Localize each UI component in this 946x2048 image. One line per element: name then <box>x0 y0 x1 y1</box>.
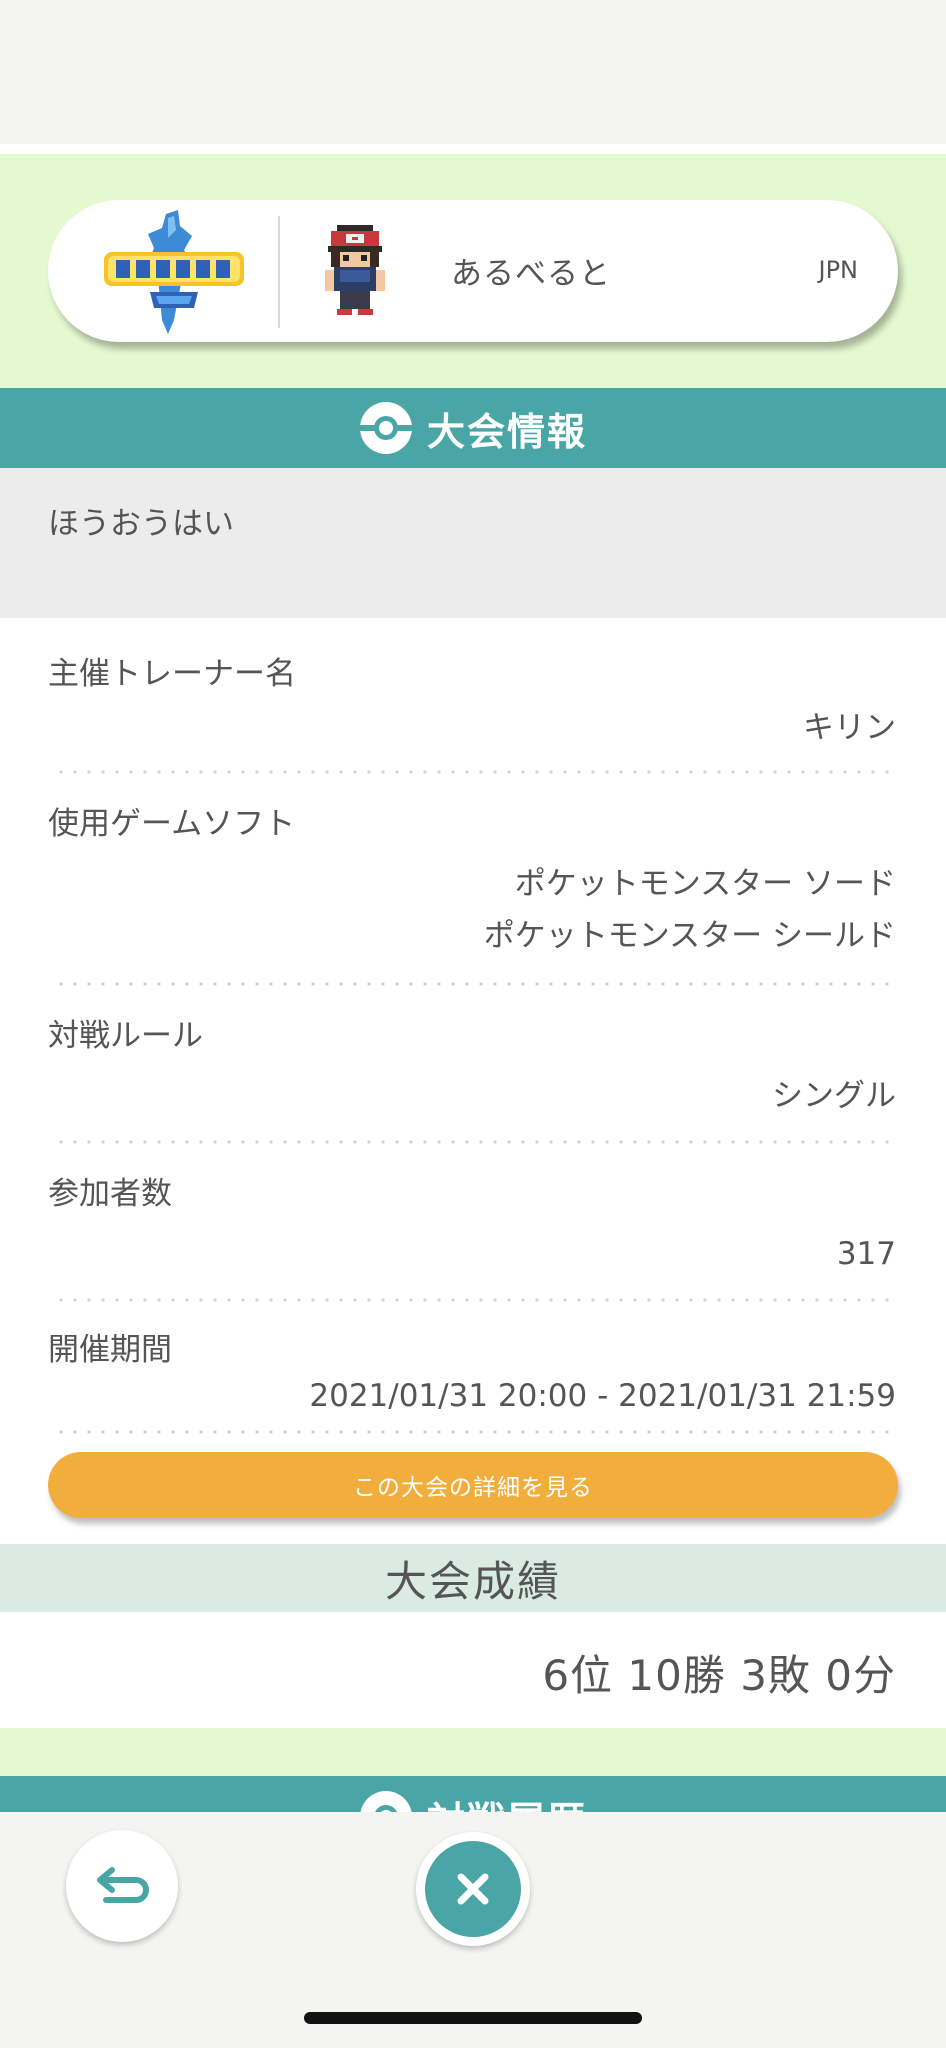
profile-band: あるべると JPN <box>0 154 946 388</box>
software-value-1: ポケットモンスター ソード <box>514 866 896 902</box>
profile-divider <box>278 216 280 328</box>
back-arrow-icon <box>97 1867 149 1903</box>
poke-ball-icon <box>358 402 413 454</box>
organizer-value: キリン <box>803 710 896 746</box>
divider <box>54 982 892 986</box>
trainer-sprite-icon <box>325 225 385 315</box>
profile-card: あるべると JPN <box>48 200 898 342</box>
organizer-label: 主催トレーナー名 <box>48 656 296 692</box>
results-header: 大会成績 <box>0 1544 946 1612</box>
tournament-detail-button[interactable]: この大会の詳細を見る <box>48 1452 898 1518</box>
divider <box>54 1140 892 1144</box>
close-icon <box>457 1873 489 1905</box>
back-button[interactable] <box>66 1830 178 1942</box>
rule-value: シングル <box>772 1078 896 1114</box>
participants-label: 参加者数 <box>48 1176 172 1212</box>
tournament-name-box: ほうおうはい <box>0 468 946 618</box>
period-value: 2021/01/31 20:00 - 2021/01/31 21:59 <box>309 1378 896 1414</box>
tournament-info-header: 大会情報 <box>0 388 946 468</box>
divider <box>54 1298 892 1302</box>
tournament-name: ほうおうはい <box>48 506 234 542</box>
trainer-name: あるべると <box>451 256 611 292</box>
spacer-band <box>0 1728 946 1776</box>
results-value: 6位 10勝 3敗 0分 <box>542 1651 896 1700</box>
section-title: 大会情報 <box>426 409 587 454</box>
divider <box>54 770 892 774</box>
top-empty-area <box>0 0 946 144</box>
top-divider <box>0 144 946 154</box>
period-label: 開催期間 <box>48 1332 172 1368</box>
region-label: JPN <box>818 256 858 284</box>
divider <box>54 1430 892 1434</box>
home-indicator[interactable] <box>304 2012 642 2024</box>
rule-label: 対戦ルール <box>48 1018 203 1054</box>
bottom-toolbar <box>0 1812 946 2048</box>
close-button[interactable] <box>416 1832 530 1946</box>
game-logo-icon <box>104 210 244 334</box>
tournament-info-list: 主催トレーナー名 キリン 使用ゲームソフト ポケットモンスター ソード ポケット… <box>0 618 946 1544</box>
software-label: 使用ゲームソフト <box>48 806 296 842</box>
software-value-2: ポケットモンスター シールド <box>483 918 896 954</box>
close-button-inner <box>425 1841 521 1937</box>
participants-value: 317 <box>836 1236 896 1272</box>
results-area: 6位 10勝 3敗 0分 <box>0 1612 946 1728</box>
